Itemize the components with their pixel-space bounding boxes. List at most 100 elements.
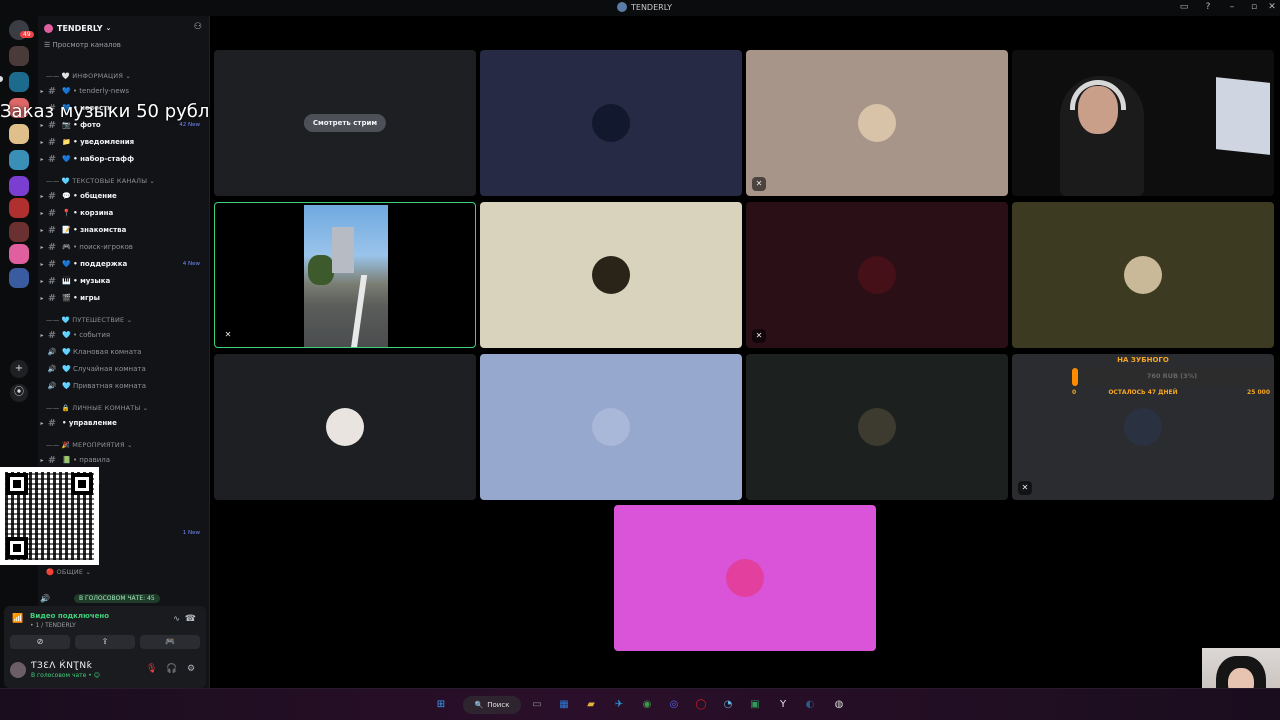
category-header[interactable]: 🔴 ОБЩИЕ ⌄ <box>38 565 210 579</box>
channel-item[interactable]: ▸ # 🎬 • игры <box>38 291 210 305</box>
video-tile[interactable] <box>746 354 1008 500</box>
taskbar-app-icon[interactable]: ▣ <box>746 696 764 714</box>
taskbar-app-icon[interactable]: ▦ <box>555 696 573 714</box>
channel-label: 🩵 Случайная комната <box>62 365 146 373</box>
title-bar: TENDERLY ▭ ? – ▫ ✕ <box>0 0 1280 16</box>
channel-item[interactable]: ▸ # 📝 • знакомства <box>38 223 210 237</box>
taskbar-app-icon[interactable]: ◐ <box>801 696 819 714</box>
mic-muted-icon[interactable]: 🎙 <box>146 664 157 674</box>
chevron-right-icon: ▸ <box>40 456 44 464</box>
video-tile[interactable] <box>480 202 742 348</box>
close-button[interactable]: ✕ <box>1266 2 1278 12</box>
server-icon[interactable] <box>9 244 29 264</box>
donation-goal-value: 760 RUB (3%) <box>1146 372 1198 380</box>
channel-item[interactable]: ▸ # 💙 • tenderly-news <box>38 84 210 98</box>
participant-avatar <box>326 408 364 446</box>
disconnect-icon[interactable]: ☎ <box>185 614 196 624</box>
discover-icon[interactable]: ⦿ <box>10 384 28 402</box>
chevron-right-icon: ▸ <box>40 243 44 251</box>
taskbar-app-icon[interactable]: ✈ <box>610 696 628 714</box>
voice-channel[interactable]: • 1 / TENDERLY <box>30 622 76 629</box>
settings-gear-icon[interactable]: ⚙ <box>187 664 195 674</box>
taskbar-app-icon[interactable]: Y <box>774 696 792 714</box>
add-server-icon[interactable]: + <box>10 360 28 378</box>
video-tile[interactable]: ✕ <box>214 202 476 348</box>
channel-item[interactable]: ▸ # 📍 • корзина <box>38 206 210 220</box>
maximize-button[interactable]: ▫ <box>1248 2 1260 12</box>
taskbar-app-icon[interactable]: ◍ <box>830 696 848 714</box>
taskbar-app-icon[interactable]: ◯ <box>692 696 710 714</box>
channel-item[interactable]: ▸ # 💬 • общение <box>38 189 210 203</box>
server-icon[interactable] <box>9 198 29 218</box>
voice-channel-item[interactable]: 🔊 🩵 Случайная комната <box>38 362 210 376</box>
speaker-icon: 🔊 <box>47 382 57 390</box>
category-header[interactable]: —— 🎉 МЕРОПРИЯТИЯ ⌄ <box>38 438 210 452</box>
activity-button[interactable]: 🎮 <box>140 635 200 649</box>
channel-label: 🔴 ОБЩИЕ ⌄ <box>46 568 92 576</box>
taskbar-app-icon[interactable]: ◎ <box>665 696 683 714</box>
hash-icon: # <box>47 207 57 219</box>
taskbar-app-icon[interactable]: ◔ <box>719 696 737 714</box>
category-header[interactable]: —— 🩵 ПУТЕШЕСТВИЕ ⌄ <box>38 313 210 327</box>
voice-channel-item[interactable]: 🔊 🩵 Клановая комната <box>38 345 210 359</box>
watch-stream-button[interactable]: Смотреть стрим <box>303 114 387 132</box>
avatar[interactable] <box>10 662 26 678</box>
channel-label: —— 🩵 ТЕКСТОВЫЕ КАНАЛЫ ⌄ <box>46 177 156 185</box>
video-tile[interactable] <box>614 505 876 651</box>
taskbar-search[interactable]: 🔍 Поиск <box>463 696 521 714</box>
voice-channel-item[interactable]: 🔊 🩵 Приватная комната <box>38 379 210 393</box>
channel-item[interactable]: ▸ # • управление <box>38 416 210 430</box>
browse-channels-label: Просмотр каналов <box>52 41 121 49</box>
channel-item[interactable]: ▸ # 🎮 • поиск-игроков <box>38 240 210 254</box>
help-icon[interactable]: ? <box>1202 2 1214 12</box>
taskbar-app-icon[interactable]: ▰ <box>582 696 600 714</box>
camera-button[interactable]: ⊘ <box>10 635 70 649</box>
taskbar-app-icon[interactable]: ⊞ <box>432 696 450 714</box>
speaker-icon: 🔊 <box>47 365 57 373</box>
taskbar-app-icon[interactable]: ▭ <box>528 696 546 714</box>
video-tile[interactable]: ✕ <box>746 202 1008 348</box>
category-header[interactable]: —— 🩵 ТЕКСТОВЫЕ КАНАЛЫ ⌄ <box>38 174 210 188</box>
video-tile[interactable] <box>1012 202 1274 348</box>
channel-item[interactable]: ▸ # 🩵 • события <box>38 328 210 342</box>
chevron-right-icon: ▸ <box>40 87 44 95</box>
channel-item[interactable]: ▸ # 💙 • набор-стафф <box>38 152 210 166</box>
stream-tree <box>308 255 334 285</box>
video-tile[interactable] <box>214 354 476 500</box>
channel-item[interactable]: ▸ # 📁 • уведомления <box>38 135 210 149</box>
category-header[interactable]: —— 🤍 ИНФОРМАЦИЯ ⌄ <box>38 69 210 83</box>
category-header[interactable]: —— 🔒 ЛИЧНЫЕ КОМНАТЫ ⌄ <box>38 401 210 415</box>
server-header[interactable]: TENDERLY ⌄ ⚇ <box>38 16 210 40</box>
video-tile[interactable] <box>480 50 742 196</box>
video-tile[interactable]: ✕ <box>746 50 1008 196</box>
voice-chat-strip[interactable]: 🔊 В ГОЛОСОВОМ ЧАТЕ: 45 <box>40 591 208 605</box>
video-tile[interactable]: Смотреть стрим <box>214 50 476 196</box>
taskbar-app-icon[interactable]: ◉ <box>638 696 656 714</box>
noise-suppression-icon[interactable]: ∿ <box>173 614 180 623</box>
server-icon[interactable] <box>9 72 29 92</box>
invite-icon[interactable]: ⚇ <box>194 22 202 32</box>
chevron-right-icon: ▸ <box>40 260 44 268</box>
headphones-icon[interactable]: 🎧 <box>166 664 177 674</box>
server-icon[interactable] <box>9 124 29 144</box>
chevron-right-icon: ▸ <box>40 138 44 146</box>
server-icon[interactable] <box>9 176 29 196</box>
channel-item[interactable]: ▸ # 💙 • поддержка 4 New <box>38 257 210 271</box>
muted-icon: ✕ <box>221 328 235 342</box>
chevron-down-icon: ⌄ <box>105 24 112 32</box>
video-tile[interactable]: НА ЗУБНОГО 760 RUB (3%) 0 ОСТАЛОСЬ 47 ДНЕЙ 2… <box>1012 354 1274 500</box>
inbox-icon[interactable]: ▭ <box>1178 2 1190 12</box>
chevron-right-icon: ▸ <box>40 419 44 427</box>
server-icon[interactable] <box>9 222 29 242</box>
server-icon[interactable] <box>9 268 29 288</box>
channel-item[interactable]: ▸ # 📗 • правила <box>38 453 210 467</box>
channel-item[interactable]: ▸ # 🎹 • музыка <box>38 274 210 288</box>
server-icon[interactable] <box>9 150 29 170</box>
video-tile[interactable] <box>480 354 742 500</box>
video-tile[interactable] <box>1012 50 1274 196</box>
minimize-button[interactable]: – <box>1226 2 1238 12</box>
browse-channels[interactable]: ☰ Просмотр каналов <box>44 41 121 49</box>
screen-share-button[interactable]: ⇪ <box>75 635 135 649</box>
hash-icon: # <box>47 190 57 202</box>
server-icon[interactable] <box>9 46 29 66</box>
